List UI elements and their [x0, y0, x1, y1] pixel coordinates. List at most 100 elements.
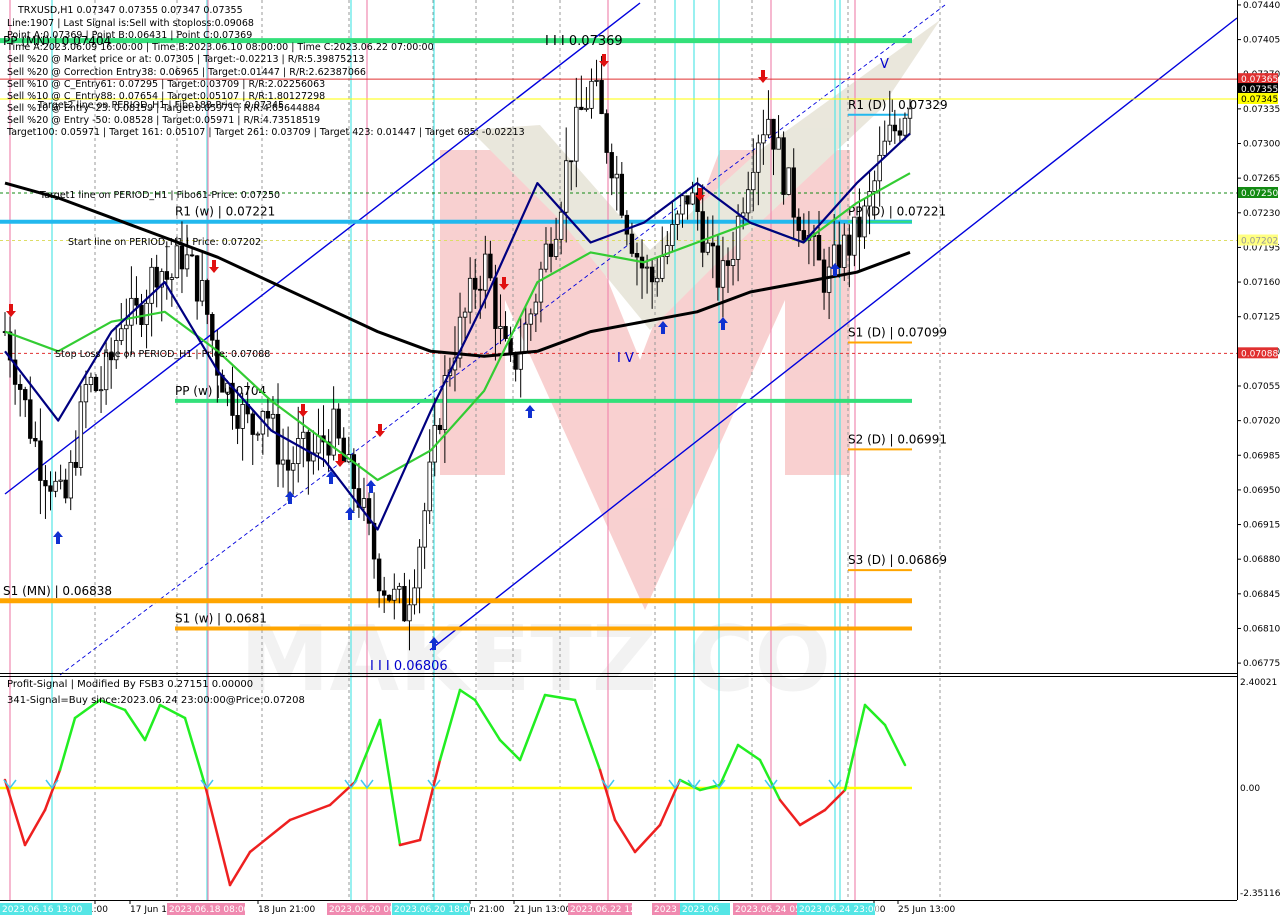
candle-body: [574, 106, 579, 162]
candle-body: [614, 173, 619, 179]
candle-body: [255, 433, 260, 436]
candle-body: [594, 80, 599, 82]
candle-body: [902, 117, 908, 136]
candle-body: [149, 266, 154, 304]
candle-body: [766, 118, 771, 136]
candle-body: [624, 214, 630, 235]
candle-body: [649, 266, 655, 283]
candle-body: [786, 167, 791, 195]
start-line-label: Start line on PERIOD_H1 | Price: 0.07202: [68, 237, 261, 248]
price-tag-text: 0.07202: [1241, 236, 1278, 246]
pivot-label-s1_d: S1 (D) | 0.07099: [848, 325, 947, 339]
pivot-label-s1_w: S1 (w) | 0.0681: [175, 611, 267, 625]
candle-body: [715, 245, 721, 288]
candle-body: [392, 588, 397, 601]
indicator-axis-min: -2.35116: [1240, 889, 1280, 899]
indicator-axis-max: 2.40021: [1240, 678, 1277, 688]
time-tick-label: 25 Jun 13:00: [898, 905, 955, 915]
indicator-title: Profit-Signal | Modified By FSB3 0.27151…: [7, 679, 253, 690]
candle-body: [907, 108, 913, 119]
candle-body: [538, 268, 544, 303]
candle-body: [503, 326, 508, 339]
price-tick-label: 0.07055: [1243, 382, 1280, 392]
candle-body: [564, 160, 569, 213]
price-tick-label: 0.07440: [1243, 1, 1280, 11]
candle-body: [771, 118, 776, 150]
price-tick-label: 0.07265: [1243, 174, 1280, 184]
candle-body: [407, 604, 412, 622]
info-line-5: Sell %20 @ Correction Entry38: 0.06965 |…: [7, 67, 366, 78]
candle-body: [634, 253, 640, 258]
candle-body: [513, 352, 518, 370]
candle-body: [609, 152, 614, 179]
candle-body: [660, 256, 665, 279]
candle-body: [690, 192, 695, 205]
price-tick-label: 0.07405: [1243, 36, 1280, 46]
wave-v-label: V: [880, 57, 889, 72]
candle-body: [730, 258, 736, 266]
candle-body: [700, 211, 705, 253]
chart-canvas[interactable]: MAKETZ CO R1 (w) | 0.07221PP (w) | 0.070…: [0, 0, 1280, 920]
time-marker-label: 2023.06.18 08:00: [169, 905, 250, 915]
peak-wave-label: I I I 0.07369: [545, 34, 623, 49]
candle-body: [816, 235, 822, 261]
candle-body: [842, 234, 847, 268]
price-tick-label: 0.06845: [1243, 590, 1280, 600]
candle-body: [83, 384, 89, 403]
candle-body: [43, 480, 48, 487]
time-tick-label: 21 Jun 13:00: [514, 905, 571, 915]
time-marker-label: 2023.06.24 23:00: [799, 905, 880, 915]
wave-iv-label: I V: [617, 351, 634, 366]
candle-body: [483, 253, 488, 291]
candle-body: [897, 130, 903, 136]
candle-body: [119, 328, 124, 341]
candle-body: [756, 142, 761, 173]
price-tick-label: 0.06810: [1243, 624, 1280, 634]
candle-body: [73, 461, 78, 468]
candle-body: [270, 413, 276, 419]
candle-body: [467, 277, 473, 313]
candle-body: [498, 326, 503, 329]
candle-body: [78, 401, 84, 468]
candle-body: [493, 277, 498, 329]
candle-body: [422, 510, 427, 548]
candle-body: [205, 280, 210, 315]
candle-body: [199, 280, 205, 302]
candle-body: [589, 80, 594, 109]
price-tick-label: 0.07300: [1243, 140, 1280, 150]
candle-body: [599, 80, 604, 115]
candle-body: [387, 594, 392, 601]
candle-body: [336, 408, 341, 439]
candle-body: [376, 558, 382, 592]
price-tag-text: 0.07088: [1241, 349, 1278, 359]
candle-body: [154, 266, 159, 288]
candle-body: [882, 140, 887, 156]
candle-body: [619, 173, 625, 216]
time-marker-label: 2023.06.20 00: [329, 905, 395, 915]
candle-body: [579, 106, 584, 110]
candle-body: [164, 271, 169, 280]
stoploss-line-label: Stop Loss line on PERIOD_H1 | Price: 0.0…: [55, 349, 270, 360]
candle-body: [285, 459, 291, 471]
candle-body: [53, 480, 58, 492]
price-tag-text: 0.07250: [1241, 189, 1278, 199]
pp-mn-label: PP (MN) | 0.07404: [3, 34, 111, 48]
price-tick-label: 0.06880: [1243, 555, 1280, 565]
price-tick-label: 0.06775: [1243, 659, 1280, 669]
price-tick-label: 0.07160: [1243, 278, 1280, 288]
price-tick-label: 0.06985: [1243, 451, 1280, 461]
candle-body: [38, 440, 43, 481]
candle-body: [23, 389, 28, 401]
candle-body: [68, 461, 73, 499]
candle-body: [351, 454, 357, 489]
candle-body: [316, 435, 321, 454]
pivot-label-r1_d: R1 (D) | 0.07329: [848, 98, 948, 112]
candle-body: [675, 213, 680, 225]
target1-line-label: Target1 line on PERIOD_H1 | Fibo61-Price…: [39, 190, 280, 201]
candle-body: [296, 438, 301, 464]
indicator-signal: 341-Signal=Buy since:2023.06.24 23:00:00…: [7, 695, 305, 706]
candle-body: [280, 459, 286, 465]
candle-body: [417, 546, 422, 589]
candle-body: [705, 242, 710, 253]
candle-body: [472, 277, 478, 290]
